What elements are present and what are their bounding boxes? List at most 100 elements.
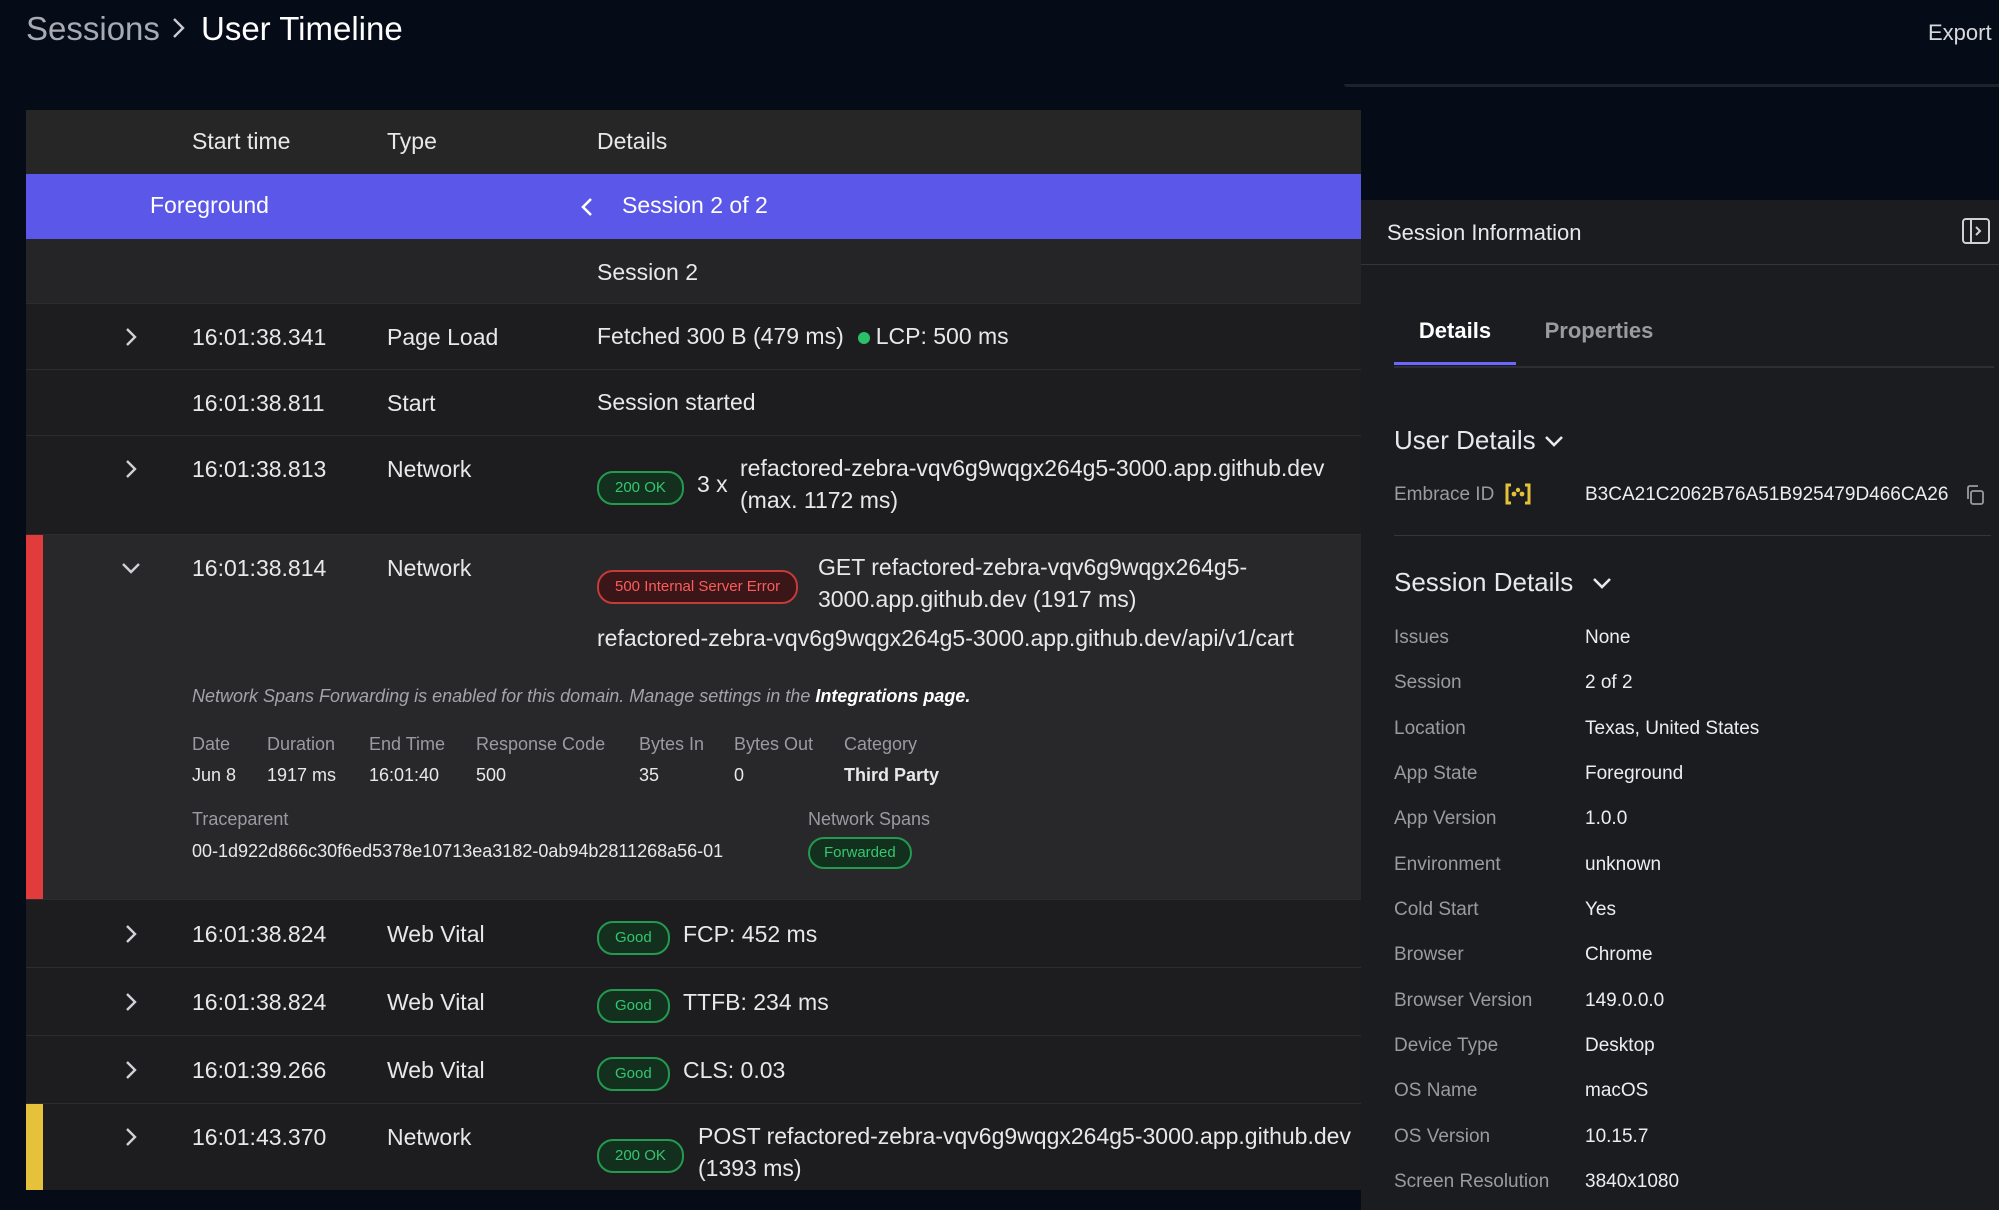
status-badge-wrap: 500 Internal Server Error (597, 567, 799, 604)
row-time: 16:01:43.370 (192, 1124, 327, 1150)
sidebar-toggle-icon[interactable] (1961, 216, 1991, 246)
row-type: Network (387, 1124, 472, 1150)
app-version-value: 1.0.0 (1585, 808, 1628, 829)
column-header-start-time[interactable]: Start time (192, 128, 290, 155)
page-title: User Timeline (201, 10, 403, 47)
tab-properties[interactable]: Properties (1524, 318, 1674, 344)
table-row: 16:01:38.811 Start Session started (26, 369, 1361, 436)
session-nav-label: Session 2 of 2 (622, 192, 768, 218)
row-type: Start (387, 390, 436, 416)
device-type-label: Device Type (1394, 1035, 1499, 1056)
field-value-bytes-in: 35 (639, 765, 660, 785)
row-time: 16:01:39.266 (192, 1057, 327, 1083)
export-button[interactable]: Export (1928, 20, 1992, 46)
row-time: 16:01:38.824 (192, 989, 327, 1015)
status-badge: 200 OK (597, 471, 684, 505)
row-time: 16:01:38.813 (192, 456, 327, 482)
environment-label: Environment (1394, 854, 1501, 875)
chevron-down-icon[interactable] (1542, 429, 1566, 453)
chevron-right-icon[interactable] (118, 324, 144, 350)
session-group-label: Session 2 (597, 259, 699, 285)
app-version-label: App Version (1394, 808, 1497, 829)
app-state-label: Foreground (150, 192, 269, 218)
forwarding-notice-text: Network Spans Forwarding is enabled for … (192, 686, 816, 706)
table-row[interactable]: 16:01:43.370 Network 200 OK POST refacto… (26, 1103, 1361, 1190)
status-badge-wrap: 200 OK (597, 1136, 684, 1173)
screen-resolution-value: 3840x1080 (1585, 1171, 1680, 1192)
session-label: Session (1394, 672, 1462, 693)
chevron-left-icon[interactable] (570, 190, 604, 224)
chevron-right-icon[interactable] (118, 989, 144, 1015)
embrace-logo-icon (1505, 483, 1531, 505)
row-type: Network (387, 555, 472, 581)
status-dot-icon (857, 331, 870, 344)
forwarded-badge: Forwarded (808, 837, 912, 869)
field-label-date: Date (192, 734, 231, 754)
column-header-type[interactable]: Type (387, 128, 437, 155)
table-row[interactable]: 16:01:38.824 Web Vital Good TTFB: 234 ms (26, 967, 1361, 1036)
traceparent-value: 00-1d922d866c30f6ed5378e10713ea3182-0ab9… (192, 841, 724, 861)
field-label-bytes-in: Bytes In (639, 734, 705, 754)
session-value: 2 of 2 (1585, 672, 1633, 693)
row-time: 16:01:38.824 (192, 921, 327, 947)
status-badge-wrap: 200 OK (597, 468, 684, 505)
table-header: Start time Type Details (26, 110, 1361, 174)
row-detail: TTFB: 234 ms (683, 989, 829, 1015)
status-badge: Good (597, 989, 670, 1023)
chevron-right-icon[interactable] (118, 1057, 144, 1083)
row-detail: FCP: 452 ms (683, 921, 818, 947)
os-name-value: macOS (1585, 1080, 1649, 1101)
warning-indicator (26, 1104, 43, 1190)
chevron-right-icon[interactable] (118, 1124, 144, 1150)
integrations-link[interactable]: Integrations page. (815, 686, 970, 706)
column-header-details[interactable]: Details (597, 128, 667, 155)
field-value-category: Third Party (844, 765, 940, 785)
user-details-title[interactable]: User Details (1394, 425, 1536, 456)
issues-label: Issues (1394, 627, 1449, 648)
environment-value: unknown (1585, 854, 1662, 875)
row-detail: Session started (597, 389, 756, 415)
session-details-title[interactable]: Session Details (1394, 567, 1573, 598)
os-version-label: OS Version (1394, 1126, 1491, 1147)
top-bar: Sessions User Timeline Export (0, 0, 1999, 70)
embrace-id-value: B3CA21C2062B76A51B925479D466CA26 (1585, 484, 1949, 505)
field-label-response-code: Response Code (476, 734, 606, 754)
tab-details[interactable]: Details (1394, 318, 1516, 344)
error-indicator (26, 535, 43, 900)
table-row[interactable]: 16:01:38.824 Web Vital Good FCP: 452 ms (26, 899, 1361, 968)
network-spans-label: Network Spans (808, 809, 931, 829)
session-group-row: Session 2 (26, 239, 1361, 303)
status-badge: 200 OK (597, 1139, 684, 1173)
panel-tabs: Details Properties (1394, 304, 1994, 368)
row-detail-line1: refactored-zebra-vqv6g9wqgx264g5-3000.ap… (740, 455, 1325, 481)
breadcrumb-sessions[interactable]: Sessions (26, 10, 160, 48)
row-detail-line1: POST refactored-zebra-vqv6g9wqgx264g5-30… (698, 1123, 1351, 1149)
row-time: 16:01:38.341 (192, 324, 327, 350)
cold-start-value: Yes (1585, 899, 1616, 920)
table-row-expanded[interactable]: 16:01:38.814 Network 500 Internal Server… (26, 534, 1361, 900)
lcp-value: LCP: 500 ms (875, 323, 1009, 349)
table-row[interactable]: 16:01:39.266 Web Vital Good CLS: 0.03 (26, 1035, 1361, 1104)
chevron-down-icon[interactable] (1590, 571, 1614, 595)
chevron-down-icon[interactable] (118, 555, 144, 581)
browser-version-label: Browser Version (1394, 990, 1533, 1011)
embrace-id-label: Embrace ID (1394, 484, 1495, 505)
field-label-duration: Duration (267, 734, 336, 754)
copy-icon[interactable] (1964, 484, 1986, 506)
location-label: Location (1394, 718, 1466, 739)
chevron-right-icon[interactable] (118, 921, 144, 947)
row-detail-line2: (1393 ms) (698, 1155, 802, 1181)
row-type: Network (387, 456, 472, 482)
table-row[interactable]: 16:01:38.813 Network 200 OK 3 x refactor… (26, 435, 1361, 535)
row-detail-line1: GET refactored-zebra-vqv6g9wqgx264g5- (818, 554, 1248, 580)
table-row[interactable]: 16:01:38.341 Page Load Fetched 300 B (47… (26, 303, 1361, 370)
status-badge-wrap: Good (597, 1054, 670, 1091)
row-type: Web Vital (387, 921, 485, 947)
issues-value: None (1585, 627, 1631, 648)
status-badge: 500 Internal Server Error (597, 570, 799, 604)
cold-start-label: Cold Start (1394, 899, 1479, 920)
status-badge-wrap: Good (597, 986, 670, 1023)
field-label-category: Category (844, 734, 918, 754)
chevron-right-icon[interactable] (118, 456, 144, 482)
timeline-table: Start time Type Details Foreground Sessi… (26, 110, 1361, 1190)
